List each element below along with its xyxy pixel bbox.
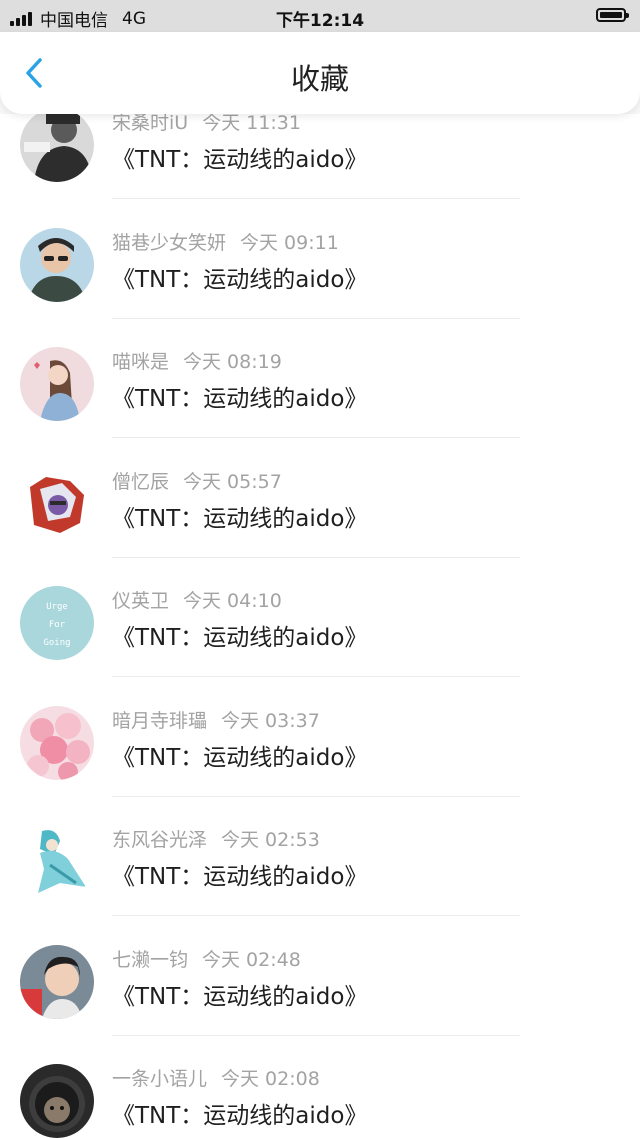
- item-meta: 一条小语儿 今天 02:08: [112, 1064, 320, 1091]
- list-item[interactable]: 七濑一钧 今天 02:48 《TNT：运动线的aido》: [0, 945, 640, 1064]
- divider: [112, 557, 520, 558]
- status-time: 下午12:14: [275, 11, 365, 31]
- item-time: 今天 08:19: [183, 351, 282, 373]
- list-item[interactable]: 一条小语儿 今天 02:08 《TNT：运动线的aido》: [0, 1064, 640, 1138]
- item-message: 《TNT：运动线的aido》: [112, 625, 368, 651]
- item-name: 东风谷光泽: [112, 829, 208, 851]
- item-meta: 仪英卫 今天 04:10: [112, 586, 282, 613]
- divider: [112, 676, 520, 677]
- item-meta: 僧忆辰 今天 05:57: [112, 467, 282, 494]
- list-item[interactable]: 东风谷光泽 今天 02:53 《TNT：运动线的aido》: [0, 825, 640, 944]
- avatar: [20, 347, 94, 421]
- item-name: 一条小语儿: [112, 1068, 208, 1090]
- avatar: [20, 945, 94, 1019]
- item-meta: 暗月寺琲瓃 今天 03:37: [112, 706, 320, 733]
- item-time: 今天 05:57: [183, 471, 282, 493]
- item-name: 喵咪是: [112, 351, 170, 373]
- item-message: 《TNT：运动线的aido》: [112, 1103, 368, 1129]
- status-bar: 中国电信 4G 下午12:14: [0, 0, 640, 32]
- item-message: 《TNT：运动线的aido》: [112, 147, 368, 173]
- avatar: Urge For Going: [20, 586, 94, 660]
- list-item[interactable]: 猫巷少女笑妍 今天 09:11 《TNT：运动线的aido》: [0, 228, 640, 347]
- list-item[interactable]: 喵咪是 今天 08:19 《TNT：运动线的aido》: [0, 347, 640, 466]
- item-message: 《TNT：运动线的aido》: [112, 386, 368, 412]
- item-message: 《TNT：运动线的aido》: [112, 864, 368, 890]
- item-message: 《TNT：运动线的aido》: [112, 506, 368, 532]
- item-meta: 七濑一钧 今天 02:48: [112, 945, 301, 972]
- item-meta: 东风谷光泽 今天 02:53: [112, 825, 320, 852]
- item-time: 今天 11:31: [202, 114, 301, 134]
- item-meta: 宋桑时iU 今天 11:31: [112, 114, 301, 135]
- divider: [112, 796, 520, 797]
- item-time: 今天 04:10: [183, 590, 282, 612]
- avatar: [20, 114, 94, 182]
- item-message: 《TNT：运动线的aido》: [112, 984, 368, 1010]
- divider: [112, 318, 520, 319]
- divider: [112, 915, 520, 916]
- avatar: [20, 706, 94, 780]
- avatar: [20, 228, 94, 302]
- avatar-text: Urge: [46, 602, 68, 612]
- divider: [112, 198, 520, 199]
- item-name: 宋桑时iU: [112, 114, 189, 134]
- item-time: 今天 02:08: [221, 1068, 320, 1090]
- avatar: [20, 1064, 94, 1138]
- item-meta: 猫巷少女笑妍 今天 09:11: [112, 228, 339, 255]
- avatar: [20, 467, 94, 541]
- divider: [112, 437, 520, 438]
- page-title: 收藏: [290, 62, 349, 96]
- avatar-text: Going: [43, 638, 70, 648]
- item-name: 仪英卫: [112, 590, 170, 612]
- list-item[interactable]: 僧忆辰 今天 05:57 《TNT：运动线的aido》: [0, 467, 640, 586]
- item-message: 《TNT：运动线的aido》: [112, 745, 368, 771]
- avatar: [20, 825, 94, 899]
- item-name: 暗月寺琲瓃: [112, 710, 208, 732]
- list-item[interactable]: 暗月寺琲瓃 今天 03:37 《TNT：运动线的aido》: [0, 706, 640, 825]
- battery-icon: [596, 8, 629, 22]
- item-message: 《TNT：运动线的aido》: [112, 267, 368, 293]
- favorites-list: 宋桑时iU 今天 11:31 《TNT：运动线的aido》 猫巷少女笑妍 今天 09…: [0, 114, 640, 1138]
- list-item[interactable]: 宋桑时iU 今天 11:31 《TNT：运动线的aido》: [0, 114, 640, 227]
- item-time: 今天 02:48: [202, 949, 301, 971]
- avatar-text: For: [49, 620, 66, 630]
- divider: [112, 1035, 520, 1036]
- nav-bar: 收藏: [0, 32, 640, 114]
- item-time: 今天 03:37: [221, 710, 320, 732]
- item-name: 僧忆辰: [112, 471, 170, 493]
- item-time: 今天 02:53: [221, 829, 320, 851]
- list-item[interactable]: Urge For Going 仪英卫 今天 04:10 《TNT：运动线的aido…: [0, 586, 640, 705]
- item-name: 七濑一钧: [112, 949, 189, 971]
- item-time: 今天 09:11: [240, 232, 339, 254]
- item-name: 猫巷少女笑妍: [112, 232, 227, 254]
- item-meta: 喵咪是 今天 08:19: [112, 347, 282, 374]
